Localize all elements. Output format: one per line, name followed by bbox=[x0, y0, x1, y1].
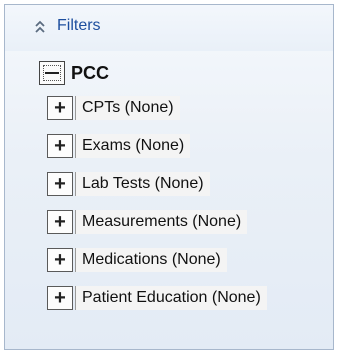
filters-panel: Filters PCC + CPTs (None) + Exams (None)… bbox=[4, 4, 334, 350]
tree-item-measurements[interactable]: + Measurements (None) bbox=[47, 208, 248, 236]
tree-node-pcc[interactable]: PCC bbox=[39, 57, 109, 89]
expand-toggle-exams[interactable]: + bbox=[47, 134, 73, 158]
tree-item-label-lab-tests[interactable]: Lab Tests (None) bbox=[75, 172, 210, 196]
tree-item-label-patient-education[interactable]: Patient Education (None) bbox=[75, 286, 267, 310]
double-chevron-up-icon[interactable] bbox=[33, 20, 47, 34]
filters-header-label: Filters bbox=[57, 17, 101, 34]
tree-item-cpts[interactable]: + CPTs (None) bbox=[47, 94, 180, 122]
minus-icon bbox=[43, 65, 61, 81]
tree-item-patient-education[interactable]: + Patient Education (None) bbox=[47, 284, 267, 312]
tree-item-label-measurements[interactable]: Measurements (None) bbox=[75, 210, 248, 234]
tree-node-label-pcc: PCC bbox=[71, 62, 110, 83]
tree-item-label-medications[interactable]: Medications (None) bbox=[75, 248, 227, 272]
expand-toggle-cpts[interactable]: + bbox=[47, 96, 73, 120]
filters-header[interactable]: Filters bbox=[5, 5, 333, 51]
collapse-toggle-pcc[interactable] bbox=[39, 61, 65, 85]
expand-toggle-medications[interactable]: + bbox=[47, 248, 73, 272]
tree-item-label-exams[interactable]: Exams (None) bbox=[75, 134, 191, 158]
expand-toggle-measurements[interactable]: + bbox=[47, 210, 73, 234]
tree-item-medications[interactable]: + Medications (None) bbox=[47, 246, 227, 274]
expand-toggle-patient-education[interactable]: + bbox=[47, 286, 73, 310]
tree-item-lab-tests[interactable]: + Lab Tests (None) bbox=[47, 170, 210, 198]
tree-item-exams[interactable]: + Exams (None) bbox=[47, 132, 191, 160]
expand-toggle-lab-tests[interactable]: + bbox=[47, 172, 73, 196]
tree-item-label-cpts[interactable]: CPTs (None) bbox=[75, 96, 180, 120]
